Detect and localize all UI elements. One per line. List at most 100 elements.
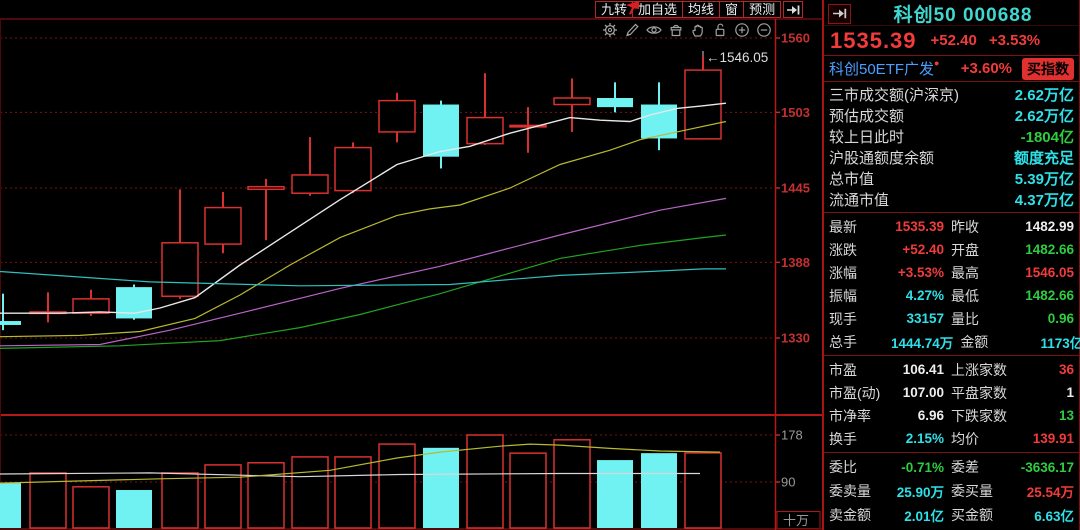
panel-row: 总手 1444.74万 金额 1173亿 <box>824 330 1080 353</box>
row-value: -3636.17 <box>1020 459 1074 475</box>
row-value: 4.27% <box>905 288 944 303</box>
zoom-in-icon[interactable] <box>734 22 750 38</box>
row-value: 36 <box>1058 362 1074 377</box>
row-label: 卖金额 <box>829 507 871 523</box>
window-button[interactable]: 窗 <box>719 1 745 18</box>
gear-icon[interactable] <box>602 22 618 38</box>
panel-row: 涨幅 +3.53% 最高 1546.05 <box>824 261 1079 284</box>
ma-settings-button[interactable]: 均线 <box>682 1 721 18</box>
row-label: 流通市值 <box>829 192 890 209</box>
send-to-panel-icon[interactable] <box>783 1 804 18</box>
panel-row: 最新 1535.39 昨收 1482.99 <box>824 215 1079 238</box>
row-value: -0.71% <box>901 459 944 475</box>
hand-icon[interactable] <box>690 22 706 38</box>
candle-body <box>378 99 416 133</box>
row-label: 昨收 <box>951 218 979 235</box>
ma-purple <box>0 197 727 347</box>
row-label: 振幅 <box>829 287 857 304</box>
row-label: 预估成交额 <box>829 108 905 125</box>
row-label: 委卖量 <box>829 483 871 499</box>
trading-terminal: 1560 1503 1445 1388 1330 178 90 十万 ←1546.05 九转 加… <box>0 0 1080 530</box>
candle-body <box>291 174 329 194</box>
row-label: 金额 <box>960 333 989 350</box>
price-change-pct: +3.53% <box>988 32 1041 49</box>
price-axis-label: 1560 <box>781 31 810 46</box>
panel-row: 涨跌 +52.40 开盘 1482.66 <box>824 238 1079 261</box>
panel-row: 流通市值 4.37万亿 <box>824 189 1079 210</box>
row-label: 沪股通额度余额 <box>829 150 935 167</box>
candlestick-chart[interactable]: 1560 1503 1445 1388 1330 178 90 十万 ←1546.05 <box>0 0 822 530</box>
row-value: +3.53% <box>897 265 944 280</box>
row-label: 均价 <box>951 430 979 447</box>
row-label: 总市值 <box>829 171 875 188</box>
panel-row: 市盈 106.41 上涨家数 36 <box>824 358 1079 381</box>
row-label: 委买量 <box>951 483 993 499</box>
row-label: 开盘 <box>951 241 979 258</box>
forecast-button[interactable]: 预测 <box>743 1 782 18</box>
high-annotation: ←1546.05 <box>706 50 768 65</box>
etf-row: 科创50ETF广发 ● +3.60% 买指数 <box>824 55 1079 82</box>
row-label: 三市成交额(沪深京) <box>829 87 959 104</box>
row-value: 2.62万亿 <box>1014 87 1074 104</box>
panel-row: 委比 -0.71% 委差 -3636.17 <box>824 455 1079 479</box>
row-value: 25.90万 <box>896 485 944 500</box>
price-row: 1535.39 +52.40 +3.53% <box>824 26 1079 55</box>
row-value: 139.91 <box>1032 431 1074 446</box>
candle-body <box>161 242 199 298</box>
volume-bar <box>553 439 591 529</box>
volume-bar <box>423 447 459 528</box>
row-label: 最低 <box>951 287 979 304</box>
zoom-out-icon[interactable] <box>756 22 772 38</box>
price-change: +52.40 <box>930 32 977 49</box>
row-label: 现手 <box>829 310 857 327</box>
row-label: 买金额 <box>951 507 993 523</box>
row-value: 106.41 <box>902 362 944 377</box>
price-axis-label: 1330 <box>781 331 810 346</box>
mouse-cursor-icon <box>626 1 639 15</box>
panel-row: 卖金额 2.01亿 买金额 6.63亿 <box>824 503 1079 527</box>
price-axis-label: 1388 <box>781 255 810 270</box>
stock-title: 科创50 000688 <box>893 5 1033 26</box>
row-label: 下跌家数 <box>951 407 1007 424</box>
panel-row: 较上日此时 -1804亿 <box>824 126 1079 147</box>
row-label: 最新 <box>829 218 857 235</box>
market-overview-group: 三市成交额(沪深京) 2.62万亿 预估成交额 2.62万亿 较上日此时 -1804亿 沪股… <box>824 82 1079 213</box>
volume-bar <box>684 452 722 529</box>
row-value: 1482.66 <box>1025 288 1074 303</box>
row-value: 1482.66 <box>1025 242 1074 257</box>
candle-body <box>0 321 21 325</box>
candle-body <box>553 97 591 106</box>
price-axis-label: 1445 <box>781 181 810 196</box>
row-value: 2.15% <box>905 431 944 446</box>
row-label: 最高 <box>951 264 979 281</box>
unlock-icon[interactable] <box>712 22 728 38</box>
kline-chart-region[interactable]: 1560 1503 1445 1388 1330 178 90 十万 ←1546.05 九转 加… <box>0 0 822 530</box>
panel-row: 市净率 6.96 下跌家数 13 <box>824 404 1079 427</box>
row-label: 市盈(动) <box>829 384 881 401</box>
panel-row: 预估成交额 2.62万亿 <box>824 105 1079 126</box>
valuation-group: 市盈 106.41 上涨家数 36 市盈(动) 107.00 平盘家数 1 市净率 6.96 下跌家… <box>824 356 1079 453</box>
buy-index-button[interactable]: 买指数 <box>1022 57 1074 80</box>
etf-link[interactable]: 科创50ETF广发 <box>829 58 934 79</box>
collapse-panel-icon[interactable] <box>828 3 851 24</box>
pen-icon[interactable] <box>624 22 640 38</box>
last-price: 1535.39 <box>830 27 917 53</box>
row-label: 总手 <box>829 333 857 350</box>
row-value: 13 <box>1058 408 1074 423</box>
row-value: 1535.39 <box>895 219 944 234</box>
row-value: 4.37万亿 <box>1014 192 1074 209</box>
volume-bar <box>641 453 677 528</box>
row-value: +52.40 <box>902 242 944 257</box>
row-value: 2.62万亿 <box>1014 108 1074 125</box>
volume-axis-label: 178 <box>781 428 803 443</box>
row-label: 量比 <box>951 310 979 327</box>
eye-icon[interactable] <box>646 22 662 38</box>
panel-row: 市盈(动) 107.00 平盘家数 1 <box>824 381 1079 404</box>
quote-panel-header: 科创50 000688 <box>824 0 1079 26</box>
row-value: -1804亿 <box>1020 129 1074 146</box>
row-label: 委差 <box>951 459 979 475</box>
candle-body <box>72 298 110 314</box>
row-value: 1173亿 <box>1040 335 1080 351</box>
trash-icon[interactable] <box>668 22 684 38</box>
price-axis-label: 1503 <box>781 105 810 120</box>
